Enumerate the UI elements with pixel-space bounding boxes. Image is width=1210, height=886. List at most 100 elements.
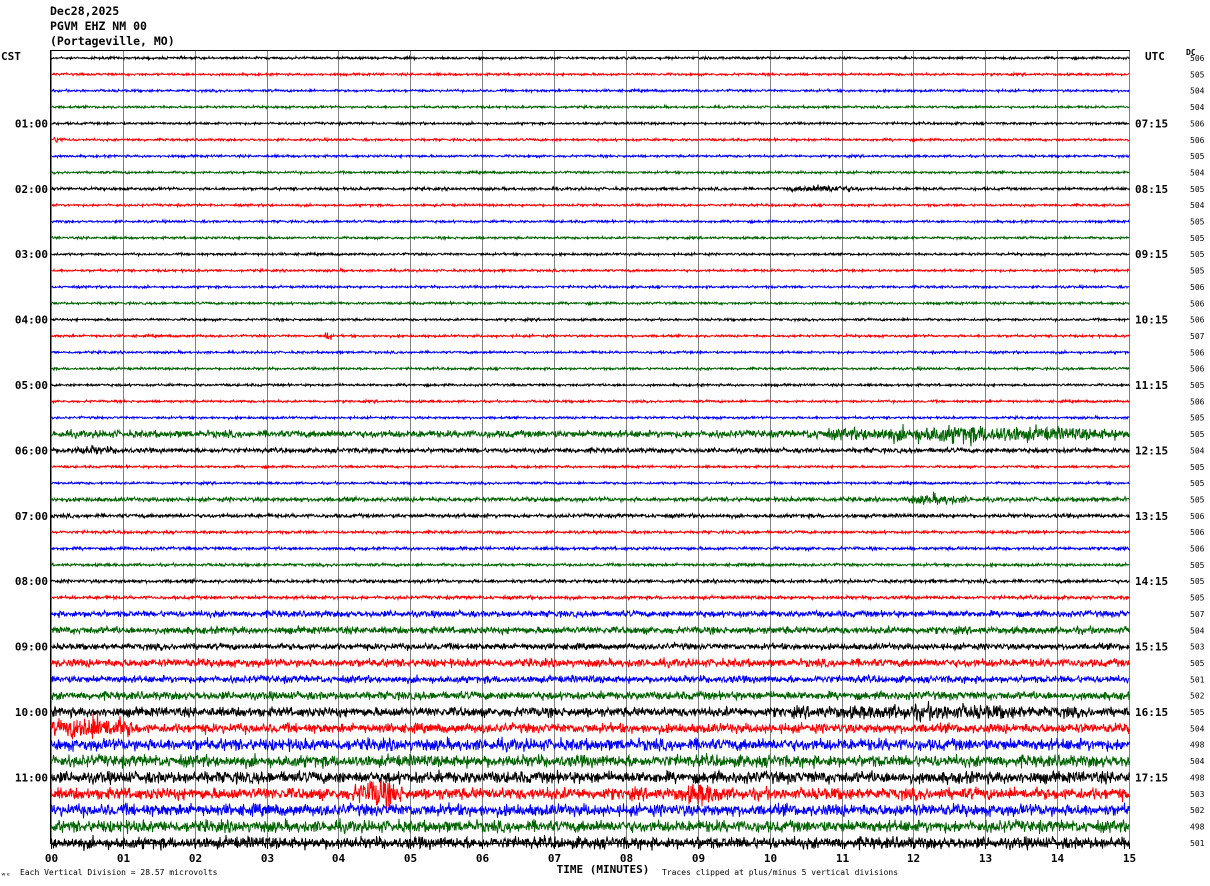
clip-note: Traces clipped at plus/minus 5 vertical … — [662, 868, 898, 877]
seismic-trace — [50, 54, 1130, 62]
dc-offset-value: 505 — [1190, 594, 1205, 603]
utc-hour-label: 17:15 — [1135, 771, 1168, 784]
seismic-trace — [50, 463, 1130, 471]
dc-offset-value: 505 — [1190, 708, 1205, 717]
x-tick-label: 11 — [836, 852, 850, 865]
seismic-trace — [50, 381, 1130, 389]
dc-offset-value: 498 — [1190, 822, 1205, 831]
dc-offset-value: 504 — [1190, 103, 1205, 112]
seismic-trace — [51, 119, 1130, 127]
dc-offset-value: 503 — [1190, 790, 1205, 799]
seismic-trace — [50, 544, 1130, 553]
seismic-trace — [50, 561, 1130, 569]
dc-offset-value: 502 — [1190, 806, 1205, 815]
seismic-trace — [50, 689, 1130, 702]
seismic-trace — [50, 491, 1130, 506]
dc-offset-value: 505 — [1190, 414, 1205, 423]
utc-hour-label: 16:15 — [1135, 706, 1168, 719]
cst-hour-label: 03:00 — [15, 248, 48, 261]
seismic-trace — [50, 444, 1130, 456]
dc-offset-value: 506 — [1190, 54, 1205, 63]
seismic-trace — [50, 316, 1130, 324]
x-tick-label: 15 — [1123, 852, 1136, 865]
dc-offset-value: 507 — [1190, 610, 1205, 619]
dc-offset-value: 506 — [1190, 365, 1205, 374]
x-tick-label: 10 — [764, 852, 777, 865]
seismic-trace — [50, 753, 1130, 770]
scale-note: Each Vertical Division = 28.57 microvolt… — [20, 868, 218, 877]
seismic-trace — [50, 266, 1130, 274]
dc-offset-value: 504 — [1190, 724, 1205, 733]
seismic-trace — [50, 348, 1130, 356]
dc-offset-value: 505 — [1190, 381, 1205, 390]
dc-offset-value: 506 — [1190, 348, 1205, 357]
dc-offset-value: 505 — [1190, 152, 1205, 161]
seismic-trace — [50, 423, 1130, 447]
cst-hour-label: 04:00 — [15, 314, 48, 327]
dc-offset-value: 506 — [1190, 283, 1205, 292]
utc-hour-label: 09:15 — [1135, 248, 1168, 261]
seismic-trace — [50, 608, 1130, 620]
cst-hour-label: 09:00 — [15, 641, 48, 654]
utc-hour-label: 12:15 — [1135, 444, 1168, 457]
dc-offset-value: 502 — [1190, 692, 1205, 701]
x-tick-label: 00 — [45, 852, 58, 865]
dc-offset-value: 505 — [1190, 561, 1205, 570]
dc-offset-value: 504 — [1190, 87, 1205, 96]
seismic-trace — [50, 218, 1130, 225]
dc-offset-value: 506 — [1190, 528, 1205, 537]
cst-hour-label: 05:00 — [15, 379, 48, 392]
dc-offset-value: 505 — [1190, 479, 1205, 488]
seismic-trace — [51, 365, 1130, 372]
seismic-trace — [50, 640, 1130, 652]
trace-group — [50, 54, 1130, 851]
seismic-trace — [51, 283, 1130, 291]
usgs-logo: ʷᵉ — [1, 871, 11, 880]
dc-offset-value: 506 — [1190, 119, 1205, 128]
seismic-trace — [50, 184, 1130, 194]
dc-offset-value: 503 — [1190, 643, 1205, 652]
dc-offset-value: 505 — [1190, 267, 1205, 276]
seismic-trace — [50, 250, 1130, 258]
utc-hour-label: 10:15 — [1135, 314, 1168, 327]
seismic-trace — [50, 152, 1130, 160]
utc-hour-label: 11:15 — [1135, 379, 1168, 392]
seismic-trace — [50, 593, 1130, 602]
dc-offset-value: 505 — [1190, 659, 1205, 668]
seismic-trace — [50, 201, 1130, 209]
seismic-trace — [50, 103, 1130, 111]
dc-offset-value: 504 — [1190, 626, 1205, 635]
x-tick-label: 14 — [1051, 852, 1065, 865]
x-tick-label: 13 — [979, 852, 992, 865]
seismic-trace — [50, 87, 1130, 95]
x-tick-label: 06 — [476, 852, 490, 865]
dc-offset-value: 505 — [1190, 185, 1205, 194]
dc-offset-value: 504 — [1190, 201, 1205, 210]
dc-offset-value: 506 — [1190, 397, 1205, 406]
cst-hour-label: 06:00 — [15, 444, 48, 457]
x-tick-label: 12 — [907, 852, 920, 865]
dc-offset-value: 505 — [1190, 70, 1205, 79]
dc-offset-value: 505 — [1190, 577, 1205, 586]
cst-hour-label: 08:00 — [15, 575, 48, 588]
seismic-trace — [50, 701, 1130, 724]
dc-offset-value: 498 — [1190, 741, 1205, 750]
dc-offset-value: 501 — [1190, 839, 1205, 848]
seismic-trace — [50, 780, 1130, 812]
dc-offset-value: 504 — [1190, 168, 1205, 177]
cst-hour-label: 11:00 — [15, 771, 48, 784]
dc-offset-value: 505 — [1190, 234, 1205, 243]
seismic-trace — [50, 299, 1130, 307]
seismic-trace — [50, 511, 1130, 521]
cst-hour-label: 07:00 — [15, 510, 48, 523]
seismic-trace — [50, 332, 1130, 341]
dc-offset-value: 505 — [1190, 463, 1205, 472]
dc-offset-value: 504 — [1190, 446, 1205, 455]
x-tick-label: 01 — [117, 852, 131, 865]
x-tick-label: 03 — [261, 852, 274, 865]
dc-offset-value: 505 — [1190, 218, 1205, 227]
dc-offset-value: 505 — [1190, 430, 1205, 439]
seismic-trace — [50, 624, 1130, 637]
dc-offset-value: 505 — [1190, 250, 1205, 259]
seismic-trace — [50, 479, 1130, 487]
